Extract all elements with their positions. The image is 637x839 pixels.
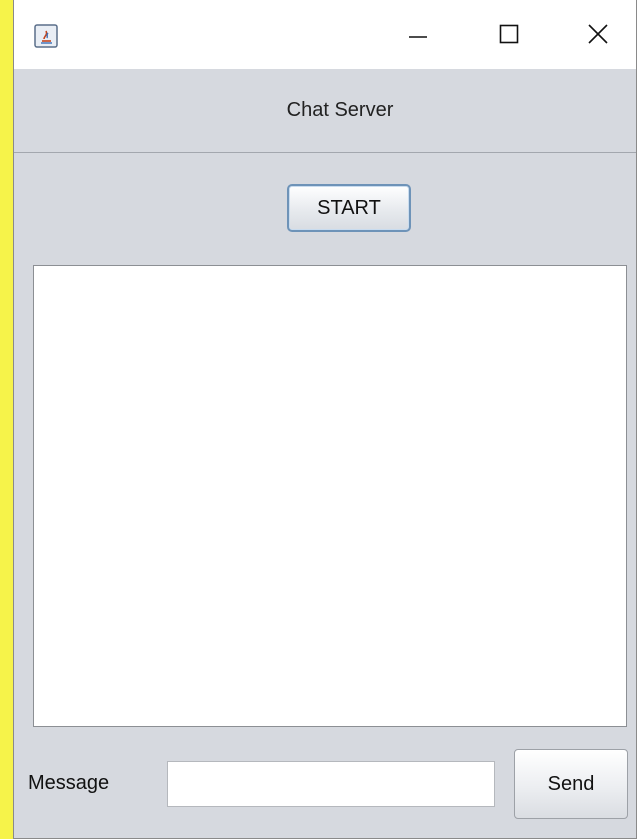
close-button[interactable] — [568, 14, 628, 58]
start-button[interactable]: START — [287, 184, 411, 232]
maximize-icon — [498, 23, 520, 50]
minimize-button[interactable] — [388, 14, 448, 58]
title-bar[interactable] — [14, 0, 636, 69]
message-label: Message — [28, 772, 110, 794]
window-frame: Chat Server START Message Send — [13, 0, 637, 839]
message-input[interactable] — [167, 761, 495, 807]
close-icon — [587, 23, 609, 50]
minimize-icon — [407, 23, 429, 50]
header-panel: Chat Server — [14, 69, 636, 153]
send-button[interactable]: Send — [514, 749, 628, 819]
maximize-button[interactable] — [479, 14, 539, 58]
java-icon[interactable] — [34, 24, 58, 48]
chat-log-area[interactable] — [33, 265, 627, 727]
page-title: Chat Server — [286, 99, 394, 121]
chat-server-window: Chat Server START Message Send — [0, 0, 637, 839]
